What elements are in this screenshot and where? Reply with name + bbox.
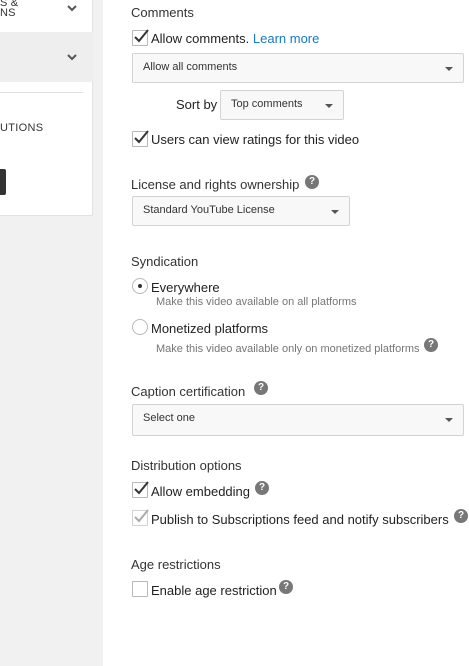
sidebar-item-contributions[interactable]: UTIONS — [0, 122, 43, 134]
sidebar-dark-button[interactable] — [0, 169, 6, 195]
syndication-monetized-radio[interactable] — [132, 319, 148, 335]
allow-embedding-label: Allow embedding — [151, 484, 251, 499]
help-icon[interactable]: ? — [305, 175, 319, 189]
help-icon[interactable]: ? — [255, 481, 269, 495]
checkmark-icon — [134, 509, 149, 523]
distribution-title: Distribution options — [131, 458, 242, 473]
syndication-monetized-desc: Make this video available only on moneti… — [156, 343, 420, 355]
sort-by-label: Sort by — [176, 97, 218, 112]
age-restrictions-title: Age restrictions — [131, 557, 221, 572]
publish-feed-label: Publish to Subscriptions feed and notify… — [151, 512, 449, 527]
help-icon[interactable]: ? — [254, 381, 268, 395]
syndication-everywhere-desc: Make this video available on all platfor… — [156, 296, 357, 308]
learn-more-link[interactable]: Learn more — [253, 31, 319, 46]
caption-value: Select one — [143, 412, 195, 424]
caption-title: Caption certification — [131, 384, 246, 399]
caption-select[interactable]: Select one — [132, 404, 464, 436]
syndication-title: Syndication — [131, 254, 199, 269]
comments-title: Comments — [131, 5, 194, 20]
sidebar-item-collapsed-1[interactable]: S & NS — [0, 0, 93, 32]
comments-filter-value: Allow all comments — [143, 61, 238, 73]
checkmark-icon — [134, 481, 149, 495]
chevron-down-icon[interactable] — [67, 3, 77, 13]
sort-by-select[interactable]: Top comments — [220, 90, 344, 120]
ratings-label: Users can view ratings for this video — [151, 132, 360, 147]
caret-down-icon — [331, 210, 339, 214]
sidebar-item-collapsed-2[interactable] — [0, 32, 93, 82]
checkmark-icon — [134, 130, 149, 144]
sidebar: S & NS UTIONS — [0, 0, 93, 216]
checkmark-icon — [134, 29, 149, 43]
help-icon[interactable]: ? — [454, 509, 468, 523]
sidebar-item-label: S & NS — [0, 0, 19, 19]
syndication-everywhere-label: Everywhere — [151, 280, 220, 295]
radio-selected-dot — [138, 284, 142, 288]
caret-down-icon — [445, 418, 453, 422]
advanced-settings-panel: Comments Allow comments. Learn more Allo… — [103, 0, 469, 666]
age-restriction-checkbox[interactable] — [132, 581, 148, 597]
license-value: Standard YouTube License — [143, 204, 275, 216]
license-select[interactable]: Standard YouTube License — [132, 196, 350, 226]
syndication-everywhere-radio[interactable] — [132, 278, 148, 294]
help-icon[interactable]: ? — [279, 580, 293, 594]
sort-by-value: Top comments — [231, 98, 303, 110]
allow-embedding-checkbox[interactable] — [132, 481, 149, 498]
caret-down-icon — [325, 104, 333, 108]
license-title: License and rights ownership — [131, 177, 300, 192]
publish-feed-checkbox[interactable] — [132, 509, 149, 526]
age-restriction-label: Enable age restriction — [151, 583, 277, 598]
caret-down-icon — [445, 67, 453, 71]
chevron-down-icon[interactable] — [67, 52, 77, 62]
help-icon[interactable]: ? — [424, 338, 438, 352]
allow-comments-label: Allow comments. Learn more — [151, 31, 320, 46]
syndication-monetized-label: Monetized platforms — [151, 321, 269, 336]
sidebar-divider — [0, 92, 83, 93]
allow-comments-checkbox[interactable] — [132, 29, 149, 46]
comments-filter-select[interactable]: Allow all comments — [132, 53, 464, 83]
ratings-checkbox[interactable] — [132, 130, 149, 147]
